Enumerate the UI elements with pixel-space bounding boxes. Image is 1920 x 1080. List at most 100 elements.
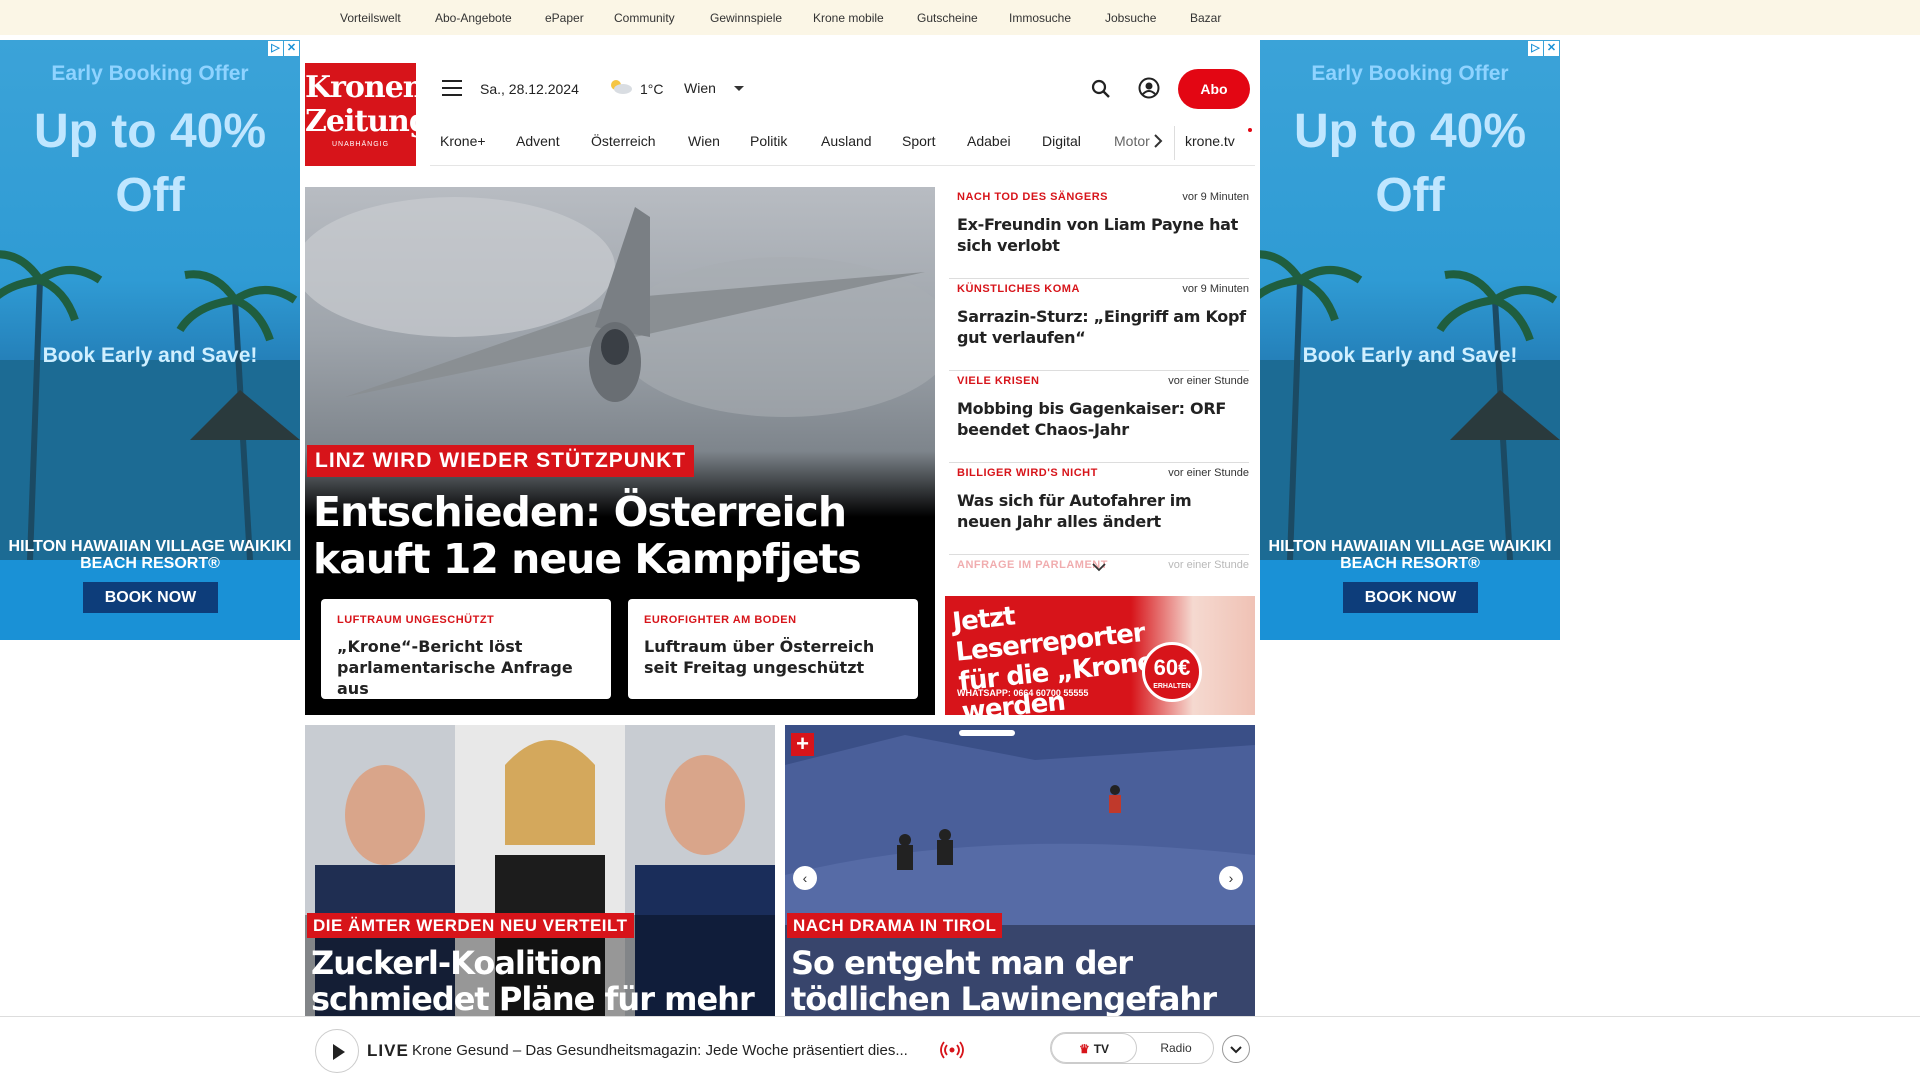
- top-utility-bar: Vorteilswelt Abo-Angebote ePaper Communi…: [0, 0, 1920, 35]
- ad-cta-text: Book Early and Save!: [1302, 344, 1518, 367]
- nav-underline: [430, 165, 1255, 166]
- ad-offer: Up to 40% Off: [1293, 105, 1527, 222]
- hero-subarticle-1[interactable]: LUFTRAUM UNGESCHÜTZT „Krone“-Bericht lös…: [321, 599, 611, 699]
- topnav-link-abo-angebote[interactable]: Abo-Angebote: [435, 11, 512, 25]
- chevron-down-icon[interactable]: [734, 86, 744, 91]
- news-time: vor 9 Minuten: [1182, 283, 1249, 295]
- topnav-link-krone-mobile[interactable]: Krone mobile: [813, 11, 884, 25]
- article-card-avalanche[interactable]: + ‹ › NACH DRAMA IN TIROL So entgeht man…: [785, 725, 1255, 1025]
- ad-headline: Early Booking Offer: [51, 62, 249, 85]
- carousel-prev-button[interactable]: ‹: [793, 866, 817, 890]
- subarticle-title[interactable]: Luftraum über Österreich seit Freitag un…: [644, 636, 902, 678]
- list-item[interactable]: BILLIGER WIRD'S NICHT vor einer Stunde W…: [949, 463, 1249, 555]
- card-tag: NACH DRAMA IN TIROL: [787, 913, 1003, 938]
- tv-toggle-option[interactable]: ♛ TV: [1051, 1033, 1137, 1063]
- card-headline[interactable]: So entgeht man der tödlichen Lawinengefa…: [791, 945, 1251, 1025]
- temperature: 1°C: [640, 81, 664, 97]
- hero-headline[interactable]: Entschieden: Österreich kauft 12 neue Ka…: [313, 489, 913, 583]
- live-player-bar: LIVE Krone Gesund – Das Gesundheitsmagaz…: [0, 1016, 1920, 1080]
- play-button[interactable]: [315, 1029, 359, 1073]
- broadcast-icon: [940, 1041, 964, 1059]
- live-dot-icon: [1248, 128, 1252, 132]
- subarticle-kicker: EUROFIGHTER AM BODEN: [644, 614, 797, 626]
- right-ad-banner[interactable]: ▷ ✕ Early Booking Offer Up to 40% Off Boo…: [1260, 40, 1560, 640]
- news-kicker: VIELE KRISEN: [957, 375, 1040, 387]
- topnav-link-epaper[interactable]: ePaper: [545, 11, 584, 25]
- news-time: vor einer Stunde: [1168, 467, 1249, 479]
- article-card-coalition[interactable]: DIE ÄMTER WERDEN NEU VERTEILT Zuckerl-Ko…: [305, 725, 775, 1025]
- radio-toggle-option[interactable]: Radio: [1141, 1033, 1211, 1063]
- nav-item-oesterreich[interactable]: Österreich: [591, 133, 656, 149]
- news-time: vor einer Stunde: [1168, 375, 1249, 387]
- nav-item-sport[interactable]: Sport: [902, 133, 935, 149]
- leserreporter-promo[interactable]: Jetzt Leserreporter für die „Krone“ werd…: [945, 596, 1255, 715]
- ad-choices-icon[interactable]: ▷ ✕: [268, 41, 299, 56]
- weather-icon: [611, 80, 632, 94]
- nav-item-digital[interactable]: Digital: [1042, 133, 1081, 149]
- news-title[interactable]: Sarrazin-Sturz: „Eingriff am Kopf gut ve…: [957, 306, 1247, 348]
- ad-hotel-name: HILTON HAWAIIAN VILLAGE WAIKIKI BEACH RE…: [8, 538, 292, 572]
- menu-icon[interactable]: [442, 80, 462, 96]
- chevron-down-icon[interactable]: [1092, 562, 1106, 572]
- logo-line-1: Kronen: [305, 70, 425, 105]
- ad-book-now-button[interactable]: BOOK NOW: [1343, 582, 1478, 613]
- subarticle-kicker: LUFTRAUM UNGESCHÜTZT: [337, 614, 495, 626]
- topnav-link-jobsuche[interactable]: Jobsuche: [1105, 11, 1156, 25]
- hero-subarticle-2[interactable]: EUROFIGHTER AM BODEN Luftraum über Öster…: [628, 599, 918, 699]
- nav-item-motor[interactable]: Motor: [1114, 133, 1150, 149]
- chevron-down-icon: [1230, 1046, 1242, 1054]
- nav-item-politik[interactable]: Politik: [750, 133, 787, 149]
- topnav-link-immosuche[interactable]: Immosuche: [1009, 11, 1071, 25]
- palm-trees-image: [1260, 250, 1560, 560]
- news-title[interactable]: Was sich für Autofahrer im neuen Jahr al…: [957, 490, 1247, 532]
- news-title[interactable]: Mobbing bis Gagenkaiser: ORF beendet Cha…: [957, 398, 1247, 440]
- palm-trees-image: [0, 250, 300, 560]
- news-kicker: BILLIGER WIRD'S NICHT: [957, 467, 1098, 479]
- topnav-link-gutscheine[interactable]: Gutscheine: [917, 11, 978, 25]
- promo-badge-text: ERHALTEN: [1153, 683, 1191, 690]
- city-selector[interactable]: Wien: [684, 80, 716, 96]
- expand-player-button[interactable]: [1222, 1035, 1250, 1063]
- logo-tagline: UNABHÄNGIG: [331, 141, 390, 148]
- topnav-link-vorteilswelt[interactable]: Vorteilswelt: [340, 11, 401, 25]
- carousel-indicator: [959, 730, 1015, 736]
- kronen-zeitung-logo[interactable]: Kronen Zeitung UNABHÄNGIG: [305, 63, 430, 166]
- left-ad-banner[interactable]: ▷ ✕ Early Booking Offer Up to 40% Off Boo…: [0, 40, 300, 640]
- news-title[interactable]: Ex-Freundin von Liam Payne hat sich verl…: [957, 214, 1247, 256]
- ad-book-now-button[interactable]: BOOK NOW: [83, 582, 218, 613]
- logo-line-2: Zeitung: [305, 104, 430, 139]
- nav-item-ausland[interactable]: Ausland: [821, 133, 872, 149]
- hero-tag: LINZ WIRD WIEDER STÜTZPUNKT: [307, 445, 695, 477]
- nav-item-adabei[interactable]: Adabei: [967, 133, 1011, 149]
- abo-button[interactable]: Abo: [1178, 69, 1250, 109]
- ad-hotel-name: HILTON HAWAIIAN VILLAGE WAIKIKI BEACH RE…: [1268, 538, 1552, 572]
- list-item[interactable]: KÜNSTLICHES KOMA vor 9 Minuten Sarrazin-…: [949, 279, 1249, 371]
- card-tag: DIE ÄMTER WERDEN NEU VERTEILT: [307, 913, 634, 938]
- nav-item-advent[interactable]: Advent: [516, 133, 560, 149]
- topnav-link-community[interactable]: Community: [614, 11, 675, 25]
- current-date: Sa., 28.12.2024: [480, 81, 579, 97]
- live-now-playing: Krone Gesund – Das Gesundheitsmagazin: J…: [412, 1042, 908, 1059]
- card-headline[interactable]: Zuckerl-Koalition schmiedet Pläne für me…: [311, 945, 771, 1025]
- ad-cta-text: Book Early and Save!: [42, 344, 258, 367]
- news-kicker: ANFRAGE IM PARLAMENT: [957, 559, 1108, 571]
- chevron-right-icon[interactable]: [1152, 134, 1164, 148]
- crown-icon: ♛: [1078, 1042, 1090, 1056]
- nav-item-krone-tv[interactable]: krone.tv: [1185, 133, 1235, 149]
- list-item[interactable]: VIELE KRISEN vor einer Stunde Mobbing bi…: [949, 371, 1249, 463]
- news-kicker: NACH TOD DES SÄNGERS: [957, 191, 1108, 203]
- user-icon[interactable]: [1138, 77, 1160, 99]
- topnav-link-bazar[interactable]: Bazar: [1190, 11, 1221, 25]
- hero-article[interactable]: LINZ WIRD WIEDER STÜTZPUNKT Entschieden:…: [305, 187, 935, 715]
- topnav-link-gewinnspiele[interactable]: Gewinnspiele: [710, 11, 782, 25]
- subarticle-title[interactable]: „Krone“-Bericht löst parlamentarische An…: [337, 636, 595, 699]
- search-icon[interactable]: [1090, 78, 1112, 100]
- live-label: LIVE: [367, 1041, 409, 1060]
- list-item[interactable]: NACH TOD DES SÄNGERS vor 9 Minuten Ex-Fr…: [949, 187, 1249, 279]
- carousel-next-button[interactable]: ›: [1219, 866, 1243, 890]
- nav-item-wien[interactable]: Wien: [688, 133, 720, 149]
- ad-choices-icon[interactable]: ▷ ✕: [1528, 41, 1559, 56]
- ad-headline: Early Booking Offer: [1311, 62, 1509, 85]
- nav-item-krone-plus[interactable]: Krone+: [440, 133, 486, 149]
- ad-offer: Up to 40% Off: [33, 105, 267, 222]
